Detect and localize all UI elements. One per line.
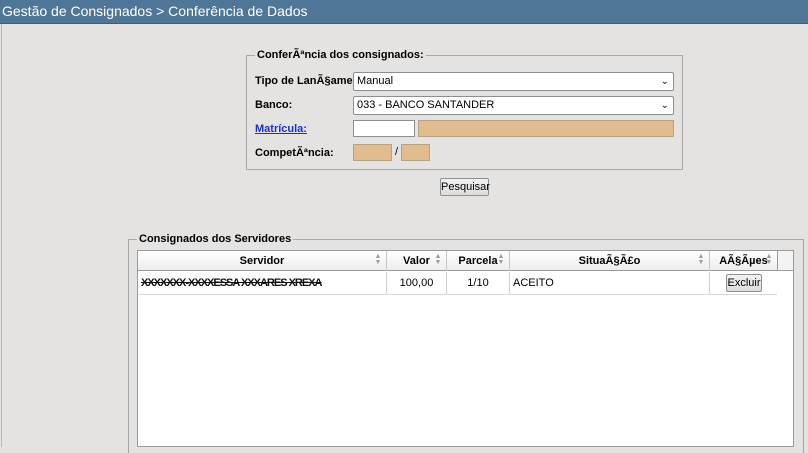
matricula-input[interactable] [353,120,415,137]
column-header-valor[interactable]: Valor ▲ ▼ [387,251,447,271]
matricula-link[interactable]: Matrícula: [255,123,307,135]
competencia-month-input[interactable] [353,144,392,161]
chevron-down-icon: ⌄ [660,100,669,111]
sort-arrows-icon: ▲ ▼ [434,253,442,266]
cell-acoes: Excluir [710,272,777,294]
tipo-lancamento-value: Manual [357,75,394,87]
sort-arrows-icon: ▲ ▼ [697,253,705,266]
cell-valor: 100,00 [387,272,447,294]
results-panel-legend: Consignados dos Servidores [139,233,292,245]
banco-select[interactable]: 033 - BANCO SANTANDER ⌄ [353,96,674,115]
sort-arrows-icon: ▲ ▼ [497,253,505,266]
banco-value: 033 - BANCO SANTANDER [357,99,495,111]
competencia-separator: / [395,146,399,158]
competencia-label: CompetÃªncia: [255,147,334,159]
excluir-button[interactable]: Excluir [726,274,762,292]
column-header-situacao[interactable]: SituaÃ§Ã£o ▲ ▼ [510,251,710,271]
chevron-down-icon: ⌄ [660,76,669,87]
tipo-lancamento-select[interactable]: Manual ⌄ [353,72,674,91]
servidor-name-readonly-field [418,120,674,137]
grid-header-corner [777,251,793,271]
sort-arrows-icon: ▲ ▼ [765,253,773,266]
consignados-grid: Servidor ▲ ▼ Valor ▲ ▼ Parcela ▲ ▼ SituaÃ§Ã… [137,250,794,447]
cell-situacao: ACEITO [510,272,710,294]
pesquisar-button[interactable]: Pesquisar [440,178,490,196]
servidor-name: XXXXXXX-XXXXESSA XXXARES XREXA [141,277,322,289]
cell-parcela: 1/10 [447,272,510,294]
sort-arrows-icon: ▲ ▼ [374,253,382,266]
cell-servidor: XXXXXXX-XXXXESSA XXXARES XREXA [138,272,387,294]
column-header-acoes[interactable]: AÃ§Ãµes ▲ ▼ [710,251,777,271]
column-header-parcela[interactable]: Parcela ▲ ▼ [447,251,510,271]
banco-label: Banco: [255,99,293,111]
column-header-servidor[interactable]: Servidor ▲ ▼ [138,251,387,271]
competencia-year-input[interactable] [401,144,430,161]
page-title: Gestão de Consignados > Conferência de D… [0,0,808,24]
search-panel-legend: ConferÃªncia dos consignados: [257,49,424,61]
grid-header: Servidor ▲ ▼ Valor ▲ ▼ Parcela ▲ ▼ SituaÃ§Ã… [138,251,777,271]
table-row[interactable]: XXXXXXX-XXXXESSA XXXARES XREXA 100,00 1/… [138,272,777,295]
